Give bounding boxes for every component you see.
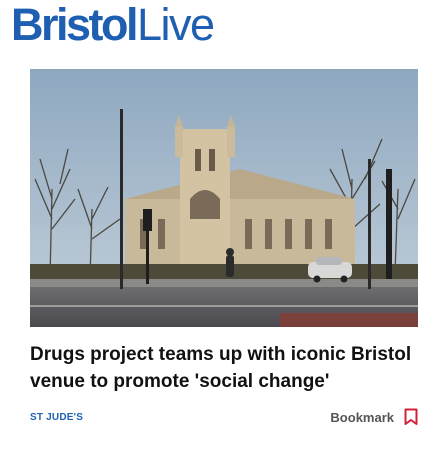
site-logo[interactable]: Bristol Live [11, 0, 215, 50]
article-card: Drugs project teams up with iconic Brist… [30, 69, 418, 425]
article-topic-tag[interactable]: ST JUDE'S [30, 412, 83, 423]
bookmark-label: Bookmark [330, 409, 394, 425]
article-headline[interactable]: Drugs project teams up with iconic Brist… [30, 341, 418, 395]
bookmark-icon [404, 408, 418, 426]
church-photo [30, 69, 418, 327]
bookmark-button[interactable]: Bookmark [330, 408, 418, 426]
logo-live-text: Live [137, 0, 215, 50]
article-image[interactable] [30, 69, 418, 327]
site-header: Bristol Live [0, 0, 434, 56]
article-meta: ST JUDE'S Bookmark [30, 408, 418, 430]
logo-bristol-text: Bristol [11, 0, 139, 50]
